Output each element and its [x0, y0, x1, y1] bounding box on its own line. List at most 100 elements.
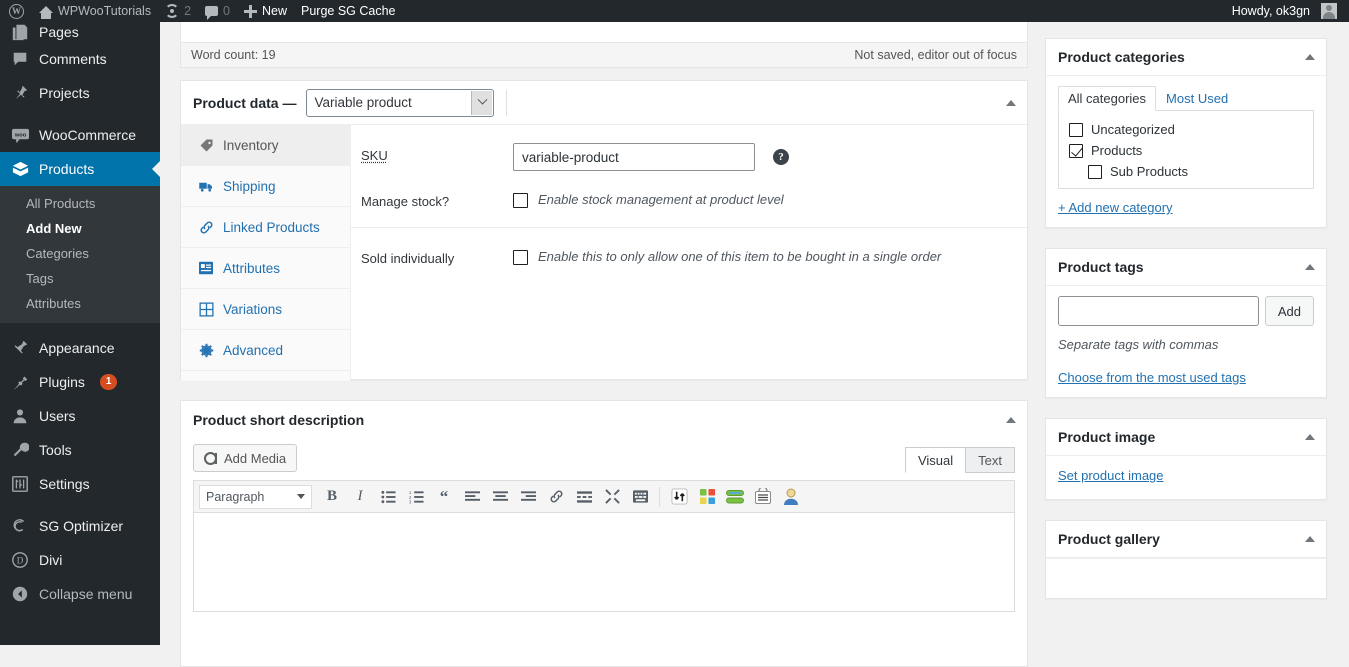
- tab-text[interactable]: Text: [965, 447, 1015, 473]
- site-name-menu[interactable]: WPWooTutorials: [32, 0, 158, 22]
- category-item-sub-products[interactable]: Sub Products: [1069, 161, 1303, 182]
- align-center-icon: [493, 490, 508, 504]
- sidebar-item-plugins[interactable]: Plugins 1: [0, 365, 160, 399]
- tab-advanced[interactable]: Advanced: [181, 330, 350, 371]
- account-menu[interactable]: Howdy, ok3gn: [1225, 0, 1349, 22]
- wordpress-logo-menu[interactable]: [0, 0, 32, 22]
- purge-cache-menu[interactable]: Purge SG Cache: [294, 0, 403, 22]
- numbered-list-button[interactable]: 123: [404, 485, 428, 509]
- tab-all-categories[interactable]: All categories: [1058, 86, 1156, 111]
- lined-box-button[interactable]: [751, 485, 775, 509]
- sort-arrows-button[interactable]: [667, 485, 691, 509]
- sidebar-item-comments[interactable]: Comments: [0, 42, 160, 76]
- most-used-tags-link[interactable]: Choose from the most used tags: [1058, 370, 1246, 385]
- editor-content-area[interactable]: [193, 512, 1015, 612]
- sidebar-label-sg-optimizer: SG Optimizer: [39, 518, 123, 534]
- tag-input[interactable]: [1058, 296, 1259, 326]
- tab-visual[interactable]: Visual: [905, 447, 966, 473]
- category-item-products[interactable]: Products: [1069, 140, 1303, 161]
- sku-input-value: variable-product: [522, 150, 619, 165]
- sidebar-item-divi[interactable]: D Divi: [0, 543, 160, 577]
- editor-toolbar: Paragraph B I 123 “: [193, 480, 1015, 512]
- attributes-icon: [198, 260, 214, 276]
- set-product-image-link[interactable]: Set product image: [1058, 468, 1164, 483]
- sidebar-item-products[interactable]: Products: [0, 152, 160, 186]
- fullscreen-icon: [605, 489, 620, 504]
- howdy-label: Howdy, ok3gn: [1232, 4, 1310, 18]
- italic-button[interactable]: I: [348, 485, 372, 509]
- tag-hint: Separate tags with commas: [1058, 337, 1314, 352]
- toggle-product-gallery-icon[interactable]: [1305, 536, 1315, 542]
- toolbar-toggle-button[interactable]: [628, 485, 652, 509]
- woocommerce-icon: woo: [10, 125, 30, 145]
- product-type-select[interactable]: Variable product: [306, 89, 494, 117]
- manage-stock-checkbox[interactable]: [513, 193, 528, 208]
- sidebar-item-sg-optimizer[interactable]: SG Optimizer: [0, 509, 160, 543]
- tab-variations[interactable]: Variations: [181, 289, 350, 330]
- blockquote-button[interactable]: “: [432, 485, 456, 509]
- product-data-header: Product data — Variable product: [181, 81, 1027, 125]
- category-label-uncategorized: Uncategorized: [1091, 122, 1175, 137]
- category-checkbox-products[interactable]: [1069, 144, 1083, 158]
- product-categories-body: All categories Most Used Uncategorized P…: [1046, 76, 1326, 227]
- sidebar-item-appearance[interactable]: Appearance: [0, 331, 160, 365]
- category-checkbox-uncategorized[interactable]: [1069, 123, 1083, 137]
- sidebar-item-projects[interactable]: Projects: [0, 76, 160, 110]
- short-description-editor: Add Media Paragraph B I 123 “: [181, 438, 1027, 612]
- category-checkbox-sub-products[interactable]: [1088, 165, 1102, 179]
- products-icon: [10, 159, 30, 179]
- toggle-product-categories-icon[interactable]: [1305, 54, 1315, 60]
- link-icon: [549, 489, 564, 504]
- toggle-product-image-icon[interactable]: [1305, 434, 1315, 440]
- sidebar-item-pages[interactable]: Pages: [0, 22, 160, 42]
- tab-linked-products[interactable]: Linked Products: [181, 207, 350, 248]
- sidebar-item-collapse-menu[interactable]: Collapse menu: [0, 577, 160, 611]
- sidebar-item-tags[interactable]: Tags: [0, 266, 160, 291]
- insert-link-button[interactable]: [544, 485, 568, 509]
- align-right-button[interactable]: [516, 485, 540, 509]
- tools-icon: [10, 440, 30, 460]
- color-grid-button[interactable]: [695, 485, 719, 509]
- sidebar-item-categories[interactable]: Categories: [0, 241, 160, 266]
- tab-shipping[interactable]: Shipping: [181, 166, 350, 207]
- person-button[interactable]: [779, 485, 803, 509]
- sidebar-item-users[interactable]: Users: [0, 399, 160, 433]
- add-media-button[interactable]: Add Media: [193, 444, 297, 472]
- numbered-list-icon: 123: [409, 490, 424, 504]
- sidebar-item-settings[interactable]: Settings: [0, 467, 160, 501]
- sidebar-item-add-new[interactable]: Add New: [0, 216, 160, 241]
- tab-label-linked-products: Linked Products: [223, 220, 320, 235]
- sold-individually-row: Sold individually Enable this to only al…: [351, 227, 1027, 275]
- toggle-product-tags-icon[interactable]: [1305, 264, 1315, 270]
- add-media-icon: [204, 452, 218, 465]
- sidebar-item-woocommerce[interactable]: woo WooCommerce: [0, 118, 160, 152]
- sidebar-item-attributes[interactable]: Attributes: [0, 291, 160, 316]
- read-more-button[interactable]: [572, 485, 596, 509]
- comments-menu[interactable]: 0: [198, 0, 237, 22]
- tab-inventory[interactable]: Inventory: [181, 125, 350, 166]
- sidebar-item-tools[interactable]: Tools: [0, 433, 160, 467]
- toggle-panel-icon[interactable]: [1006, 100, 1016, 106]
- help-icon[interactable]: ?: [773, 149, 789, 165]
- new-content-menu[interactable]: New: [237, 0, 294, 22]
- sidebar-item-all-products[interactable]: All Products: [0, 191, 160, 216]
- tab-attributes[interactable]: Attributes: [181, 248, 350, 289]
- tab-most-used[interactable]: Most Used: [1156, 86, 1238, 111]
- align-center-button[interactable]: [488, 485, 512, 509]
- bulleted-list-button[interactable]: [376, 485, 400, 509]
- paragraph-format-select[interactable]: Paragraph: [199, 485, 312, 509]
- sku-input[interactable]: variable-product: [513, 143, 755, 171]
- category-item-uncategorized[interactable]: Uncategorized: [1069, 119, 1303, 140]
- tab-label-inventory: Inventory: [223, 138, 279, 153]
- add-tag-button[interactable]: Add: [1265, 296, 1314, 326]
- sold-individually-checkbox[interactable]: [513, 250, 528, 265]
- editor-status-bar: Word count: 19 Not saved, editor out of …: [181, 42, 1027, 67]
- align-left-button[interactable]: [460, 485, 484, 509]
- product-tags-box: Product tags Add Separate tags with comm…: [1045, 248, 1327, 398]
- fullscreen-button[interactable]: [600, 485, 624, 509]
- bold-button[interactable]: B: [320, 485, 344, 509]
- bars-button[interactable]: [723, 485, 747, 509]
- toggle-short-description-icon[interactable]: [1006, 417, 1016, 423]
- add-new-category-link[interactable]: + Add new category: [1058, 200, 1173, 215]
- revisions-menu[interactable]: 2: [158, 0, 198, 22]
